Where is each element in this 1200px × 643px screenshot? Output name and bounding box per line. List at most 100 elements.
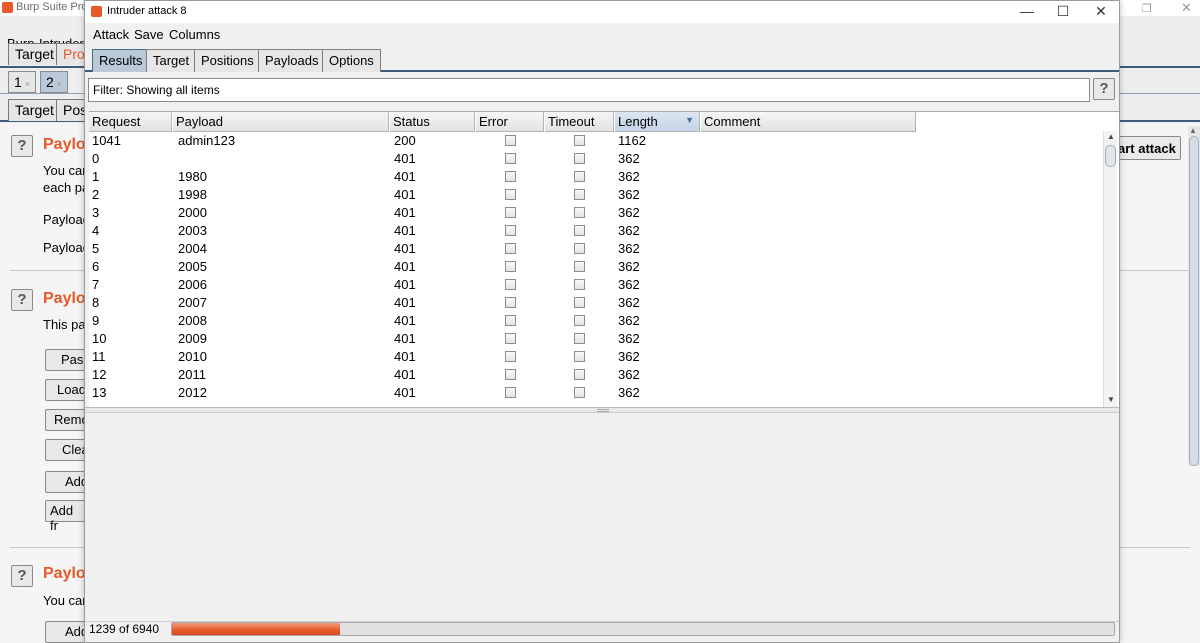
intruder-attack-window: Intruder attack 8 — ☐ ✕ Attack Save Colu… bbox=[84, 0, 1120, 643]
minimize-icon[interactable]: — bbox=[1017, 3, 1037, 19]
burp-logo-icon bbox=[91, 6, 102, 17]
help-icon[interactable]: ? bbox=[11, 135, 33, 157]
cell-payload: 1980 bbox=[178, 169, 207, 184]
timeout-checkbox bbox=[574, 153, 585, 164]
attack-titlebar: Intruder attack 8 — ☐ ✕ bbox=[85, 1, 1119, 23]
timeout-checkbox bbox=[574, 225, 585, 236]
table-row[interactable]: 5 2004 401 362 bbox=[89, 240, 919, 258]
menu-save[interactable]: Save bbox=[134, 27, 164, 42]
burp-logo-icon bbox=[2, 2, 13, 13]
scroll-thumb[interactable] bbox=[1189, 136, 1199, 466]
table-row[interactable]: 7 2006 401 362 bbox=[89, 276, 919, 294]
section-title: Paylo bbox=[43, 136, 86, 153]
table-row[interactable]: 12 2011 401 362 bbox=[89, 366, 919, 384]
tab-target[interactable]: Target bbox=[146, 49, 197, 72]
close-tab-icon[interactable]: × bbox=[57, 79, 62, 89]
error-checkbox bbox=[505, 333, 516, 344]
section-title: Paylo bbox=[43, 565, 86, 582]
scroll-up-icon[interactable]: ▲ bbox=[1189, 126, 1197, 135]
cell-length: 362 bbox=[618, 331, 640, 346]
timeout-checkbox bbox=[574, 297, 585, 308]
cell-request: 1 bbox=[92, 169, 100, 184]
cell-request: 6 bbox=[92, 259, 100, 274]
table-row[interactable]: 13 2012 401 362 bbox=[89, 384, 919, 402]
column-header-payload[interactable]: Payload bbox=[173, 112, 389, 132]
error-checkbox bbox=[505, 171, 516, 182]
attack-tab-1[interactable]: 1 × bbox=[8, 71, 37, 93]
menu-columns[interactable]: Columns bbox=[169, 27, 220, 42]
cell-length: 362 bbox=[618, 349, 640, 364]
tab-positions[interactable]: Positions bbox=[194, 49, 261, 72]
error-checkbox bbox=[505, 189, 516, 200]
table-row[interactable]: 10 2009 401 362 bbox=[89, 330, 919, 348]
scroll-down-icon[interactable]: ▼ bbox=[1107, 395, 1115, 404]
payload-set-label: Payload bbox=[43, 212, 90, 227]
column-header-length[interactable]: Length ▼ bbox=[615, 112, 700, 132]
cell-length: 362 bbox=[618, 205, 640, 220]
column-header-status[interactable]: Status bbox=[390, 112, 475, 132]
tab-options[interactable]: Options bbox=[322, 49, 381, 72]
table-row[interactable]: 9 2008 401 362 bbox=[89, 312, 919, 330]
section-text: each pa bbox=[43, 180, 90, 195]
table-row[interactable]: 8 2007 401 362 bbox=[89, 294, 919, 312]
column-header-request[interactable]: Request bbox=[89, 112, 172, 132]
close-tab-icon[interactable]: × bbox=[25, 79, 30, 89]
tab-target[interactable]: Target bbox=[8, 43, 61, 65]
cell-payload: 2010 bbox=[178, 349, 207, 364]
close-icon[interactable]: ✕ bbox=[1091, 3, 1111, 20]
table-row[interactable]: 1041 admin123 200 1162 bbox=[89, 132, 919, 150]
subtab-target[interactable]: Target bbox=[8, 99, 61, 121]
cell-length: 362 bbox=[618, 241, 640, 256]
table-row[interactable]: 0 401 362 bbox=[89, 150, 919, 168]
menu-attack[interactable]: Attack bbox=[93, 27, 129, 42]
column-header-timeout[interactable]: Timeout bbox=[545, 112, 614, 132]
maximize-icon[interactable]: ☐ bbox=[1053, 3, 1073, 20]
splitter-grip-icon[interactable] bbox=[597, 409, 609, 412]
progress-fill bbox=[172, 623, 341, 635]
table-row[interactable]: 2 1998 401 362 bbox=[89, 186, 919, 204]
table-row[interactable]: 1 1980 401 362 bbox=[89, 168, 919, 186]
cell-length: 362 bbox=[618, 169, 640, 184]
cell-status: 200 bbox=[394, 133, 416, 148]
error-checkbox bbox=[505, 315, 516, 326]
table-scrollbar[interactable]: ▲ ▼ bbox=[1103, 131, 1117, 407]
cell-length: 362 bbox=[618, 313, 640, 328]
tab-payloads[interactable]: Payloads bbox=[258, 49, 326, 72]
attack-tab-1-label: 1 bbox=[14, 74, 22, 90]
close-icon[interactable]: ✕ bbox=[1181, 0, 1192, 16]
timeout-checkbox bbox=[574, 369, 585, 380]
cell-request: 8 bbox=[92, 295, 100, 310]
column-header-length-label: Length bbox=[618, 114, 658, 129]
help-icon[interactable]: ? bbox=[1093, 78, 1115, 100]
error-checkbox bbox=[505, 369, 516, 380]
attack-tab-2[interactable]: 2 × bbox=[40, 71, 69, 93]
cell-status: 401 bbox=[394, 187, 416, 202]
column-header-comment[interactable]: Comment bbox=[701, 112, 916, 132]
cell-status: 401 bbox=[394, 205, 416, 220]
table-row[interactable]: 3 2000 401 362 bbox=[89, 204, 919, 222]
help-icon[interactable]: ? bbox=[11, 565, 33, 587]
error-checkbox bbox=[505, 279, 516, 290]
restore-icon[interactable]: ❐ bbox=[1142, 2, 1152, 15]
cell-status: 401 bbox=[394, 277, 416, 292]
cell-request: 10 bbox=[92, 331, 107, 346]
scroll-thumb[interactable] bbox=[1105, 145, 1116, 167]
cell-status: 401 bbox=[394, 331, 416, 346]
cell-request: 7 bbox=[92, 277, 100, 292]
table-row[interactable]: 6 2005 401 362 bbox=[89, 258, 919, 276]
cell-length: 362 bbox=[618, 367, 640, 382]
table-row[interactable]: 4 2003 401 362 bbox=[89, 222, 919, 240]
filter-bar[interactable]: Filter: Showing all items bbox=[88, 78, 1090, 102]
table-row[interactable]: 11 2010 401 362 bbox=[89, 348, 919, 366]
cell-length: 362 bbox=[618, 385, 640, 400]
main-scrollbar[interactable]: ▲ bbox=[1188, 126, 1200, 466]
column-header-error[interactable]: Error bbox=[476, 112, 544, 132]
cell-status: 401 bbox=[394, 169, 416, 184]
section-text: This pa bbox=[43, 317, 86, 332]
tab-results[interactable]: Results bbox=[92, 49, 150, 72]
cell-status: 401 bbox=[394, 385, 416, 400]
start-attack-button[interactable]: art attack bbox=[1113, 136, 1181, 160]
timeout-checkbox bbox=[574, 279, 585, 290]
help-icon[interactable]: ? bbox=[11, 289, 33, 311]
scroll-up-icon[interactable]: ▲ bbox=[1107, 132, 1115, 141]
